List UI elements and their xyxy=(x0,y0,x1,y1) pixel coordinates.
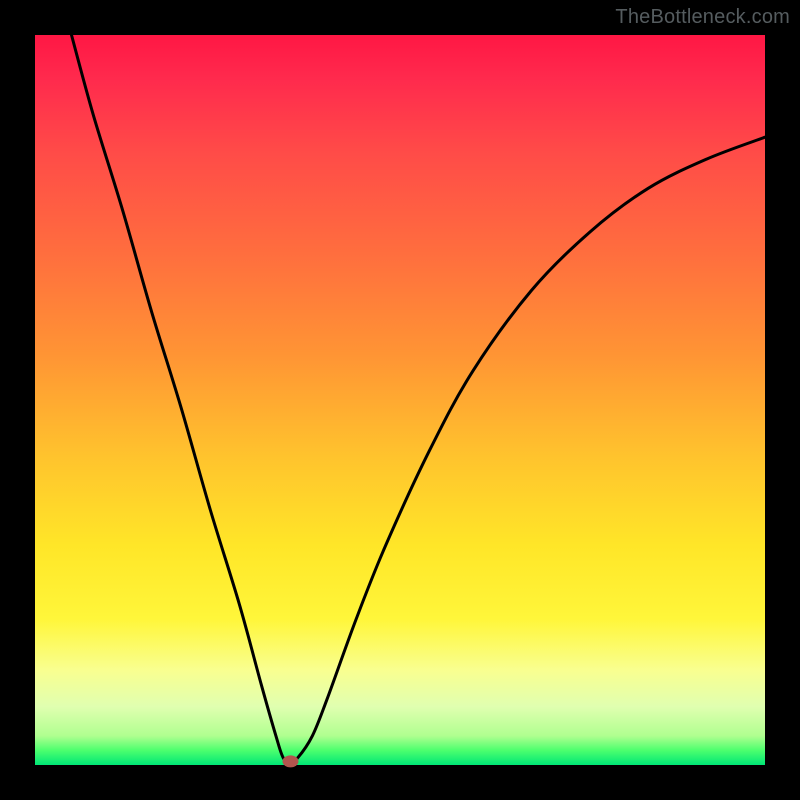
chart-stage: TheBottleneck.com xyxy=(0,0,800,800)
bottleneck-curve xyxy=(72,35,766,761)
plot-area xyxy=(35,35,765,765)
curve-svg xyxy=(35,35,765,765)
attribution-text: TheBottleneck.com xyxy=(615,6,790,29)
bottleneck-marker xyxy=(283,755,299,767)
